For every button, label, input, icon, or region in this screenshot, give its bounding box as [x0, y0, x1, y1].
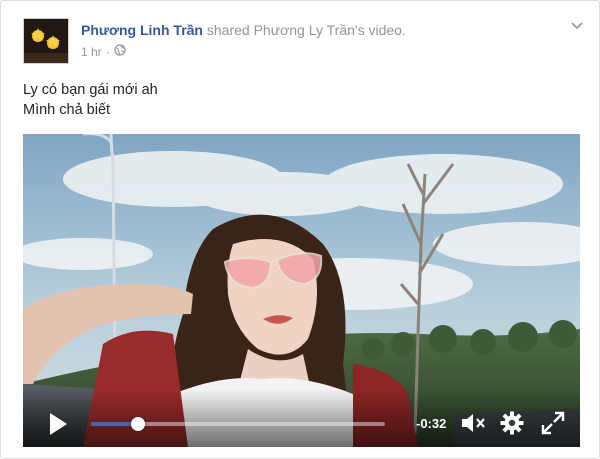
author-name-link[interactable]: Phương Linh Trần: [81, 22, 203, 38]
meta-separator: ·: [105, 44, 110, 59]
shared-owner-link[interactable]: Phương Ly Trần: [254, 22, 355, 38]
avatar-image: [24, 19, 68, 63]
globe-icon: [114, 44, 126, 59]
shared-suffix: 's video.: [354, 22, 406, 38]
scrubber-handle[interactable]: [131, 417, 146, 431]
video-player[interactable]: -0:32: [23, 134, 580, 447]
post-message-line: Ly có bạn gái mới ah: [23, 82, 158, 98]
post-meta: 1 hr ·: [81, 44, 126, 59]
avatar[interactable]: [23, 18, 69, 64]
shared-text: shared: [202, 22, 254, 38]
video-controls: -0:32: [23, 399, 580, 447]
mute-icon[interactable]: [460, 410, 488, 441]
remaining-time: -0:32: [416, 416, 447, 431]
fullscreen-icon[interactable]: [540, 410, 566, 441]
post-header: Phương Linh Trần shared Phương Ly Trần's…: [81, 22, 406, 38]
post-message: Ly có bạn gái mới ah Mình chả biết: [23, 80, 158, 120]
post-message-line: Mình chả biết: [23, 102, 111, 118]
play-icon[interactable]: [47, 411, 69, 437]
video-scrubber[interactable]: [91, 417, 385, 431]
post-timestamp-link[interactable]: 1 hr: [81, 45, 102, 59]
feed-post: Phương Linh Trần shared Phương Ly Trần's…: [0, 0, 600, 459]
chevron-down-icon[interactable]: [569, 19, 585, 31]
settings-gear-icon[interactable]: [499, 410, 525, 441]
